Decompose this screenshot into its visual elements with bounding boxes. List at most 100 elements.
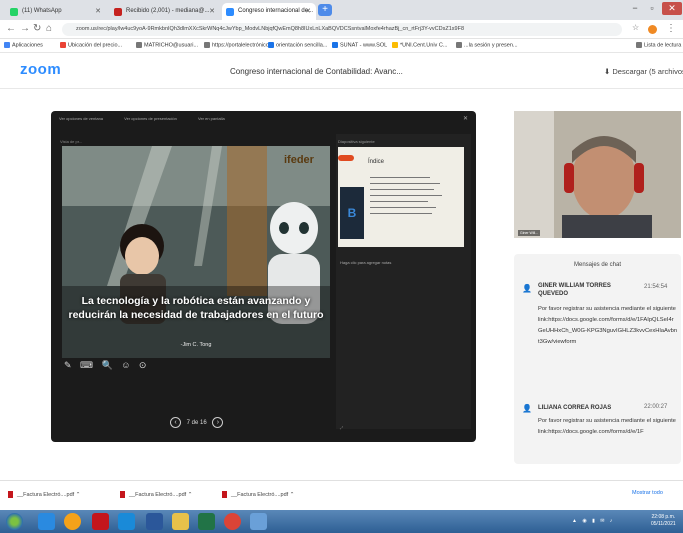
menu-icon[interactable]: ⋮	[666, 23, 676, 34]
next-slide-button[interactable]: ›	[212, 417, 224, 428]
bookmark-apps[interactable]: Aplicaciones	[4, 42, 43, 48]
extension-icon[interactable]	[648, 25, 657, 34]
tab-label: Congreso internacional de...	[238, 8, 314, 14]
reload-icon[interactable]: ↻	[33, 23, 41, 34]
close-tab-icon[interactable]: ✕	[305, 7, 311, 15]
expand-icon[interactable]: ⤢	[340, 425, 343, 430]
prev-slide-button[interactable]: ‹	[170, 417, 181, 428]
back-icon[interactable]: ←	[6, 23, 16, 34]
firefox-icon[interactable]	[64, 513, 81, 530]
chrome-icon[interactable]	[224, 513, 241, 530]
download-item[interactable]: __Factura Electró....pdf ⌃	[120, 491, 192, 498]
slide-counter: 7 de 16	[186, 420, 207, 427]
tab-gmail[interactable]: Recibido (2,001) - mediana@... ✕	[110, 3, 220, 20]
bookmark-star-icon[interactable]: ☆	[632, 23, 639, 32]
start-button-icon[interactable]	[6, 513, 23, 530]
speaker-name-label: Giner Will...	[518, 230, 541, 236]
toolbar-item[interactable]: Ver en pantalla	[198, 116, 225, 121]
thumb-logo: B	[340, 187, 364, 239]
whatsapp-icon	[10, 8, 18, 16]
address-bar: ← → ↻ ⌂ zoom.us/rec/play/lw4uc9yoA-9Rmkb…	[0, 20, 683, 39]
show-all-button[interactable]: Mostrar todo	[632, 490, 663, 496]
share-label: Vista de pr...	[60, 139, 83, 144]
download-button[interactable]: ⬇ Descargar (5 archivos)	[604, 67, 683, 76]
ie-icon[interactable]	[38, 513, 55, 530]
next-slide-thumbnail[interactable]: Índice B	[338, 147, 464, 247]
webcam-video	[514, 111, 681, 238]
chat-time: 22:00:27	[644, 404, 668, 410]
folder-icon	[392, 42, 398, 48]
tab-label: Recibido (2,001) - mediana@...	[126, 8, 210, 14]
system-tray[interactable]: ▲ ◉ ▮ ✉ ♪	[572, 518, 614, 524]
player-toolbar: Ver opciones de ventana Ver opciones de …	[59, 116, 245, 126]
user-icon: 👤	[522, 404, 532, 413]
maximize-icon[interactable]: ▫	[645, 2, 659, 15]
url-field[interactable]: zoom.us/rec/play/lw4uc9yoA-9RmkbnIQh3dlm…	[62, 23, 622, 36]
pdf-icon	[120, 491, 125, 498]
pdf-icon	[222, 491, 227, 498]
bookmark-item[interactable]: SUNAT - www.SOL	[332, 42, 387, 48]
new-tab-button[interactable]: +	[318, 4, 332, 16]
bookmark-icon	[60, 42, 66, 48]
tab-label: (11) WhatsApp	[22, 8, 62, 14]
chat-text: Por favor registrar su asistencia median…	[538, 418, 676, 435]
chat-sender: LILIANA CORREA ROJAS	[538, 405, 612, 411]
close-window-icon[interactable]: ✕	[662, 2, 682, 15]
slide-brand: ifeder	[284, 154, 314, 166]
slide-navigation: ‹ 7 de 16 ›	[170, 417, 224, 428]
app-icon[interactable]	[250, 513, 267, 530]
bookmarks-bar: Aplicaciones Ubicación del precio... MAT…	[0, 39, 683, 53]
tab-zoom[interactable]: Congreso internacional de... ✕	[222, 3, 316, 20]
bookmark-item[interactable]: MATRICHO@usuari...	[136, 42, 198, 48]
bookmark-icon	[332, 42, 338, 48]
download-item[interactable]: __Factura Electró....pdf ⌃	[8, 491, 80, 498]
notes-label: Haga clic para agregar notas	[340, 260, 392, 265]
chat-header: Mensajes de chat	[573, 262, 622, 268]
thumb-accent	[338, 155, 354, 161]
bookmark-icon	[268, 42, 274, 48]
reading-list[interactable]: Lista de lectura	[636, 42, 681, 48]
user-icon: 👤	[522, 284, 532, 293]
pdf-reader-icon[interactable]	[92, 513, 109, 530]
bookmark-item[interactable]: ...la sesión y presen...	[456, 42, 518, 48]
close-tab-icon[interactable]: ✕	[209, 7, 215, 15]
page-title: Congreso internacional de Contabilidad: …	[230, 67, 403, 76]
gmail-icon	[114, 8, 122, 16]
apps-icon	[4, 42, 10, 48]
bookmark-item[interactable]: orientación sencilla...	[268, 42, 327, 48]
bookmark-icon	[456, 42, 462, 48]
slide-caption: La tecnología y la robótica están avanza…	[68, 295, 324, 321]
clock[interactable]: 22:08 p.m. 05/11/2021	[651, 514, 676, 528]
excel-icon[interactable]	[198, 513, 215, 530]
thumb-title: Índice	[368, 159, 385, 165]
zoom-logo[interactable]: zoom	[20, 61, 61, 78]
close-tab-icon[interactable]: ✕	[95, 7, 101, 15]
slide-tools[interactable]: ✎ ⌨ 🔍 ☺ ⊙	[64, 360, 149, 371]
chat-time: 21:54:54	[644, 284, 668, 290]
word-icon[interactable]	[146, 513, 163, 530]
speaker-video	[514, 111, 681, 238]
zoom-header: zoom Congreso internacional de Contabili…	[0, 53, 683, 89]
forward-icon[interactable]: →	[20, 23, 30, 34]
slide-citation: -Jim C. Tong	[180, 342, 212, 348]
folder-icon[interactable]	[172, 513, 189, 530]
slide-photo	[62, 146, 330, 358]
pdf-icon	[8, 491, 13, 498]
toolbar-item[interactable]: Ver opciones de ventana	[59, 116, 103, 121]
minimize-icon[interactable]: −	[628, 2, 642, 15]
media-player-icon[interactable]	[118, 513, 135, 530]
bookmark-icon	[204, 42, 210, 48]
windows-taskbar: ▲ ◉ ▮ ✉ ♪ 22:08 p.m. 05/11/2021	[0, 510, 683, 533]
bookmark-item[interactable]: Ubicación del precio...	[60, 42, 122, 48]
bookmark-item[interactable]: *UNI.Cent.Univ C...	[392, 42, 447, 48]
bookmark-icon	[136, 42, 142, 48]
toolbar-item[interactable]: Ver opciones de presentación	[124, 116, 177, 121]
home-icon[interactable]: ⌂	[46, 23, 52, 34]
chat-message: 👤 LILIANA CORREA ROJAS 22:00:27 Por favo…	[514, 400, 681, 460]
bookmark-item[interactable]: https://portalelectrónico...	[204, 42, 273, 48]
tab-whatsapp[interactable]: (11) WhatsApp ✕	[6, 3, 106, 20]
chat-text: Por favor registrar su asistencia median…	[538, 306, 678, 345]
download-item[interactable]: __Factura Electró....pdf ⌃	[222, 491, 294, 498]
close-icon[interactable]: ✕	[463, 115, 468, 122]
browser-tab-bar: (11) WhatsApp ✕ Recibido (2,001) - media…	[0, 0, 683, 20]
